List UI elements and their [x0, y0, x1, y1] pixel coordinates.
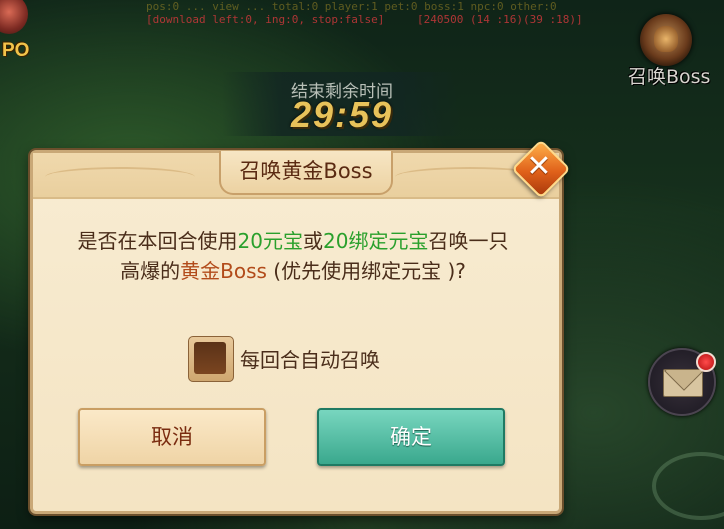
- countdown-panel: 结束剩余时间 29:59: [222, 72, 462, 136]
- debug-download-status: [download left:0, ing:0, stop:false]: [146, 13, 385, 26]
- message-text: 召唤一只: [428, 229, 509, 253]
- cancel-button[interactable]: 取消: [78, 408, 266, 466]
- boss-emblem-icon: [640, 14, 692, 66]
- message-text: 是否在本回合使用: [77, 229, 238, 253]
- message-text: 或: [303, 229, 323, 253]
- yuanbao-cost: 20元宝: [237, 229, 303, 253]
- bound-yuanbao-cost: 20绑定元宝: [323, 229, 429, 253]
- left-badge-text: PO: [2, 40, 30, 61]
- debug-line-faded: pos:0 ... view ... total:0 player:1 pet:…: [146, 0, 557, 13]
- auto-summon-label[interactable]: 每回合自动召唤: [240, 344, 380, 373]
- message-text: 高爆的: [120, 259, 181, 283]
- background-ring-decoration: [652, 452, 724, 520]
- summon-boss-button[interactable]: 召唤Boss: [628, 12, 724, 92]
- countdown-value: 29:59: [290, 94, 394, 135]
- dialog-message: 是否在本回合使用20元宝或20绑定元宝召唤一只 高爆的黄金Boss (优先使用绑…: [48, 226, 538, 286]
- notification-dot-icon: [696, 352, 716, 372]
- debug-coords: [240500 (14 :16)(39 :18)]: [417, 13, 583, 26]
- close-icon: ✕: [526, 149, 552, 184]
- confirm-button[interactable]: 确定: [317, 408, 505, 466]
- activity-orb-icon: [0, 0, 28, 34]
- close-button[interactable]: ✕: [511, 139, 571, 199]
- dialog-title: 召唤黄金Boss: [219, 151, 393, 195]
- mail-icon: [663, 369, 703, 397]
- mail-button[interactable]: [648, 348, 716, 416]
- message-text: (优先使用绑定元宝 )?: [266, 259, 466, 283]
- auto-summon-checkbox[interactable]: [188, 336, 234, 382]
- golden-boss-highlight: 黄金Boss: [180, 259, 267, 283]
- summon-boss-label: 召唤Boss: [628, 66, 711, 88]
- debug-overlay: pos:0 ... view ... total:0 player:1 pet:…: [146, 0, 609, 26]
- left-activity-badge[interactable]: PO: [0, 0, 34, 70]
- scroll-ornament-left: [45, 167, 195, 187]
